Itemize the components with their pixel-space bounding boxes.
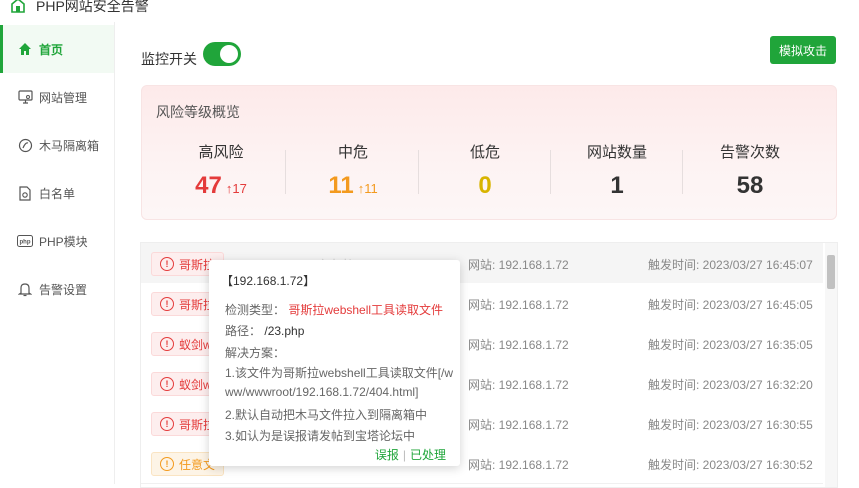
home-icon xyxy=(17,41,33,57)
divider xyxy=(682,150,683,194)
toggle-knob xyxy=(220,45,238,63)
popup-solution-label: 解决方案： xyxy=(225,346,286,360)
quarantine-icon xyxy=(17,137,33,153)
alert-time: 触发时间: 2023/03/27 16:32:20 xyxy=(648,378,813,392)
false-positive-link[interactable]: 误报 xyxy=(375,448,399,462)
alert-icon: ! xyxy=(160,417,174,431)
whitelist-icon xyxy=(17,185,33,201)
shield-house-icon xyxy=(11,0,25,13)
sidebar-item-php[interactable]: php PHP模块 xyxy=(0,217,114,265)
popup-ip: 【192.168.1.72】 xyxy=(221,274,316,288)
alert-site: 网站: 192.168.1.72 xyxy=(468,298,569,312)
divider xyxy=(285,150,286,194)
svg-text:php: php xyxy=(20,240,31,246)
mark-handled-link[interactable]: 已处理 xyxy=(410,448,446,462)
stat-value: 11 ↑11 xyxy=(328,172,378,199)
stat-value: 58 xyxy=(736,172,764,199)
alert-time: 触发时间: 2023/03/27 16:45:05 xyxy=(648,298,813,312)
alert-detail-popup: 【192.168.1.72】 检测类型： 哥斯拉webshell工具读取文件 路… xyxy=(209,260,460,466)
sidebar: 首页 网站管理 木马隔离箱 白名单 php PHP模块 告警设置 xyxy=(0,22,115,484)
stat-value: 1 xyxy=(610,172,624,199)
alert-list-scrollbar[interactable] xyxy=(825,243,837,487)
popup-solution-line: ww/wwwroot/192.168.1.72/404.html] xyxy=(225,385,419,399)
stat-label: 低危 xyxy=(469,144,500,161)
sidebar-item-label: 木马隔离箱 xyxy=(39,138,100,153)
monitor-toggle-label: 监控开关 xyxy=(141,51,197,67)
stat-low-risk: 低危 0 xyxy=(420,141,550,200)
stat-site-count: 网站数量 1 xyxy=(552,141,682,200)
sidebar-item-whitelist[interactable]: 白名单 xyxy=(0,169,114,217)
alert-icon: ! xyxy=(160,377,174,391)
alert-icon: ! xyxy=(160,337,174,351)
alert-site: 网站: 192.168.1.72 xyxy=(468,338,569,352)
sidebar-item-label: 网站管理 xyxy=(39,90,88,105)
popup-type: 检测类型： 哥斯拉webshell工具读取文件 xyxy=(225,303,444,317)
stat-value: 0 xyxy=(478,172,492,199)
stat-medium-risk: 中危 11 ↑11 xyxy=(288,141,418,200)
sidebar-item-sites[interactable]: 网站管理 xyxy=(0,73,114,121)
app-title: PHP网站安全告警 xyxy=(36,0,149,14)
sidebar-item-quarantine[interactable]: 木马隔离箱 xyxy=(0,121,114,169)
divider xyxy=(418,150,419,194)
popup-actions: 误报 | 已处理 xyxy=(375,446,446,463)
action-separator: | xyxy=(402,448,406,462)
sidebar-item-label: 白名单 xyxy=(39,186,76,201)
stat-label: 网站数量 xyxy=(586,144,647,161)
title-bar: PHP网站安全告警 xyxy=(0,0,859,20)
stat-high-risk: 高风险 47 ↑17 xyxy=(156,141,286,200)
scrollbar-thumb[interactable] xyxy=(827,255,835,289)
alert-icon: ! xyxy=(160,297,174,311)
stat-label: 告警次数 xyxy=(719,144,780,161)
alert-time: 触发时间: 2023/03/27 16:30:55 xyxy=(648,418,813,432)
sidebar-item-label: PHP模块 xyxy=(39,234,88,249)
popup-path: 路径： /23.php xyxy=(225,324,305,338)
alert-time: 触发时间: 2023/03/27 16:35:05 xyxy=(648,338,813,352)
stat-value: 47 ↑17 xyxy=(195,172,247,199)
simulate-attack-button[interactable]: 模拟攻击 xyxy=(770,36,836,64)
popup-solution-line: 3.如认为是误报请发帖到宝塔论坛中 xyxy=(225,429,416,443)
bell-icon xyxy=(17,281,33,297)
alert-icon: ! xyxy=(160,257,174,271)
sidebar-item-label: 告警设置 xyxy=(39,282,88,297)
alert-site: 网站: 192.168.1.72 xyxy=(468,258,569,272)
monitor-icon xyxy=(17,89,33,105)
alert-time: 触发时间: 2023/03/27 16:45:07 xyxy=(648,258,813,272)
alert-site: 网站: 192.168.1.72 xyxy=(468,458,569,472)
risk-overview-panel: 风险等级概览 高风险 47 ↑17 中危 11 ↑11 低危 0 网站数量 1 告警… xyxy=(141,85,837,220)
php-icon: php xyxy=(17,233,33,249)
stat-alert-count: 告警次数 58 xyxy=(685,141,815,200)
divider xyxy=(550,150,551,194)
stat-label: 高风险 xyxy=(198,144,244,161)
popup-solution-line: 2.默认自动把木马文件拉入到隔离箱中 xyxy=(225,408,428,422)
sidebar-item-home[interactable]: 首页 xyxy=(0,25,114,73)
popup-solution-line: 1.该文件为哥斯拉webshell工具读取文件[/w xyxy=(225,366,454,380)
alert-site: 网站: 192.168.1.72 xyxy=(468,378,569,392)
alert-site: 网站: 192.168.1.72 xyxy=(468,418,569,432)
sidebar-item-alert-settings[interactable]: 告警设置 xyxy=(0,265,114,313)
monitor-toggle[interactable] xyxy=(203,42,241,66)
alert-icon: ! xyxy=(160,457,174,471)
sidebar-item-label: 首页 xyxy=(39,42,64,57)
stat-label: 中危 xyxy=(337,144,368,161)
overview-title: 风险等级概览 xyxy=(156,104,240,120)
alert-time: 触发时间: 2023/03/27 16:30:52 xyxy=(648,458,813,472)
